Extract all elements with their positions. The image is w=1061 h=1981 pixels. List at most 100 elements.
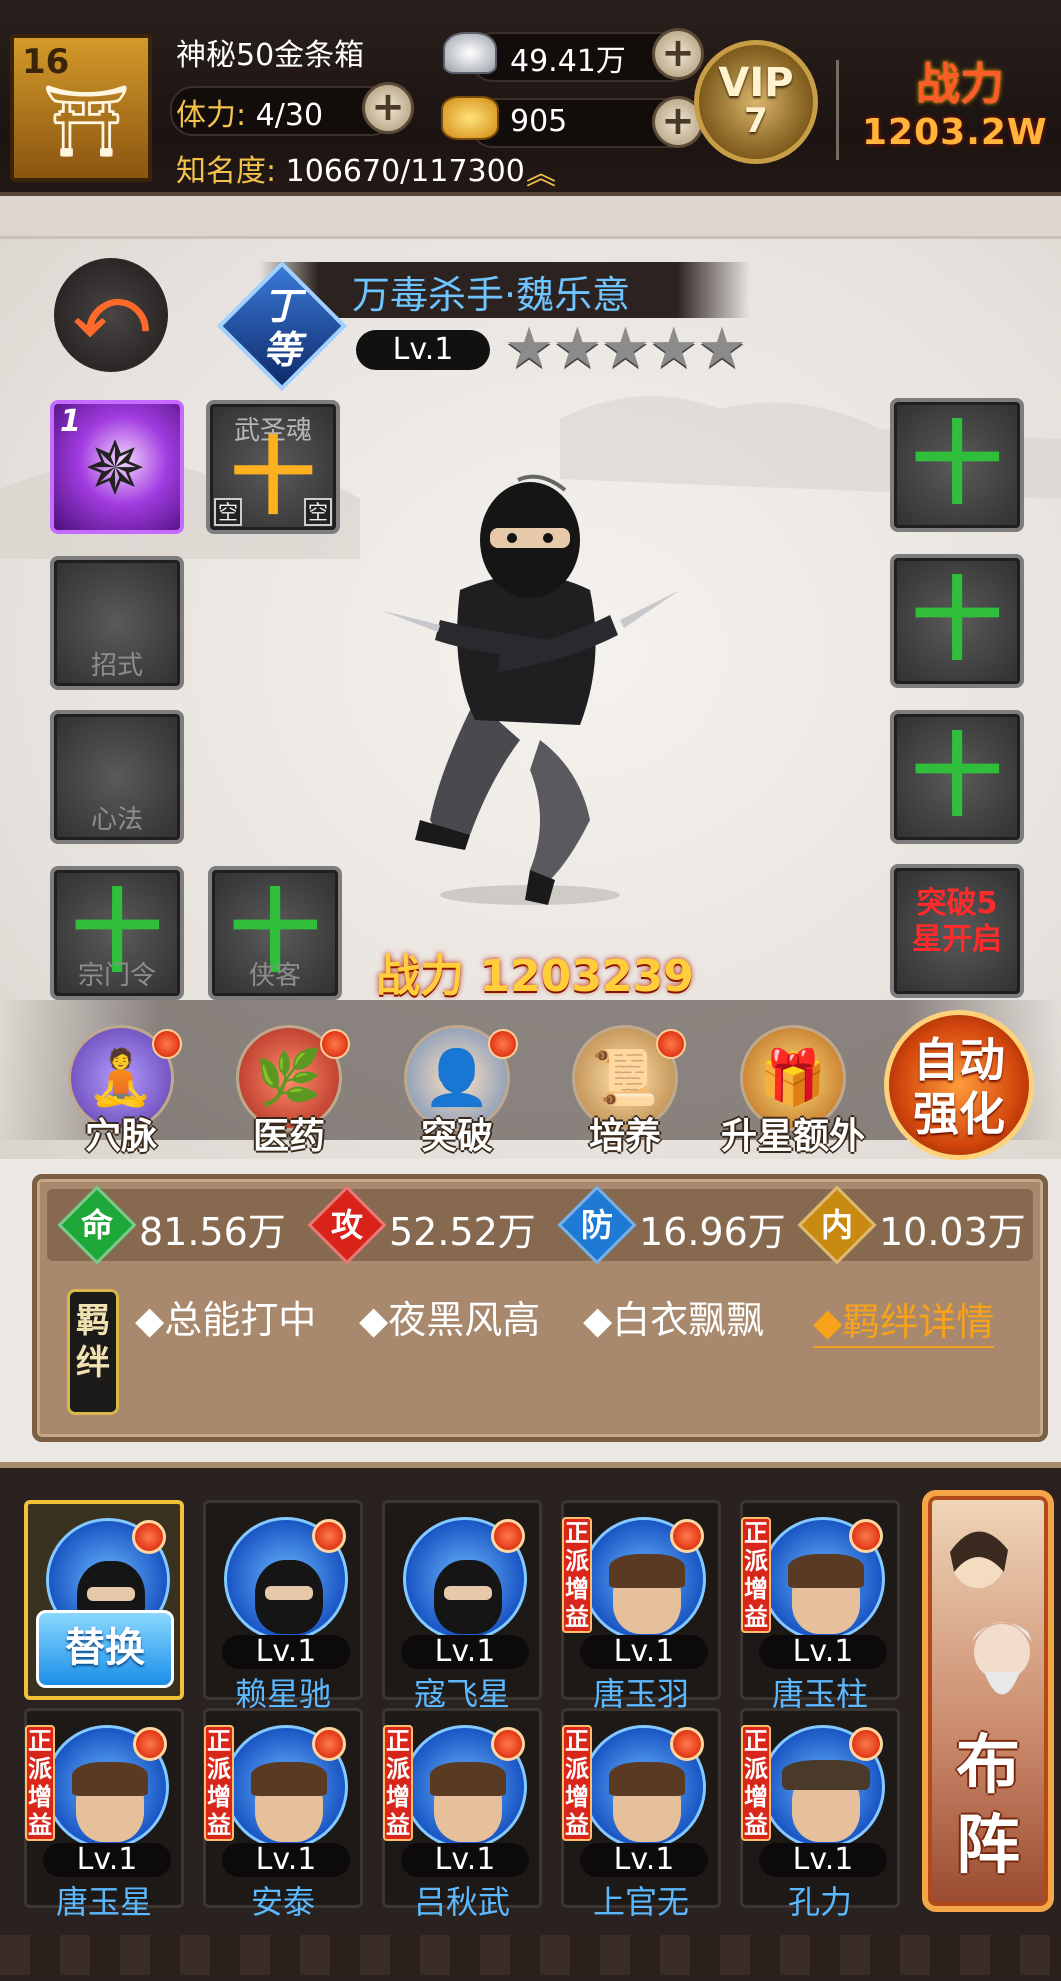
sub-strip [0, 196, 1061, 239]
plus-icon: 十 [912, 568, 1002, 673]
stamina-label: 体力: [176, 98, 247, 133]
card-level: Lv.1 [580, 1843, 708, 1877]
stat-value: 52.52万 [389, 1210, 536, 1254]
skill-level: 1 [60, 404, 81, 439]
portrait [788, 1554, 864, 1634]
hero-card[interactable]: 正派增益 Lv.1 唐玉羽 [561, 1500, 721, 1713]
empty-mark: 空 [214, 498, 242, 526]
formation-button[interactable]: 布阵 [922, 1490, 1054, 1912]
tab-breakthrough[interactable]: 👤 突破 [392, 1025, 522, 1157]
card-name: 孔力 [787, 1883, 852, 1921]
sect-token-slot[interactable]: 十 宗门令 [50, 866, 184, 1000]
tab-medicine[interactable]: 🌿 医药 [224, 1025, 354, 1157]
card-level: Lv.1 [759, 1843, 887, 1877]
hero-card[interactable]: 正派增益 Lv.1 吕秋武 [382, 1708, 542, 1921]
card-name: 吕秋武 [413, 1883, 510, 1921]
star-rating: ★★★★★ [504, 316, 747, 381]
hero-battle-power: 战力 1203239 [330, 940, 740, 1002]
equip-slot-3[interactable]: 十 [890, 710, 1024, 844]
portrait [434, 1560, 502, 1634]
hero-companion-slot[interactable]: 十 侠客 [208, 866, 342, 1000]
card-level: Lv.1 [222, 1635, 350, 1669]
current-hero-card[interactable]: 替换 [24, 1500, 184, 1700]
stat-char: 命 [80, 1206, 113, 1244]
silver-ingot-icon [443, 32, 497, 74]
portrait [782, 1760, 870, 1842]
notification-dot [491, 1519, 525, 1553]
card-level: Lv.1 [401, 1843, 529, 1877]
plus-icon: 十 [230, 428, 315, 526]
hero-card[interactable]: 正派增益 Lv.1 唐玉星 [24, 1708, 184, 1921]
tab-label: 穴脉 [84, 1116, 157, 1157]
move-slot[interactable]: 招式 [50, 556, 184, 690]
hero-figure[interactable] [380, 440, 680, 910]
notification-dot [133, 1727, 167, 1761]
silver-value: 49.41万 [510, 44, 626, 79]
stamina-display: 体力: 4/30 [176, 90, 323, 134]
stat-value: 10.03万 [879, 1210, 1026, 1254]
faction-bonus-tag: 正派增益 [741, 1517, 771, 1633]
locked-slot[interactable]: 突破5 星开启 [890, 864, 1024, 998]
soul-slot[interactable]: 武圣魂 十 空 空 [206, 400, 340, 534]
roster-decor [0, 1935, 1061, 1975]
player-level-badge[interactable]: 16 ⛩ [10, 34, 152, 182]
hero-name: 万毒杀手·魏乐意 [352, 273, 631, 317]
empty-mark: 空 [304, 498, 332, 526]
bond-details-link[interactable]: ◆羁绊详情 [813, 1291, 995, 1348]
hero-card[interactable]: Lv.1 赖星驰 [203, 1500, 363, 1713]
chest-title[interactable]: 神秘50金条箱 [176, 30, 364, 74]
auto-strengthen-button[interactable]: 自动 强化 [884, 1010, 1034, 1160]
back-button[interactable]: ⤺ [54, 258, 168, 372]
stats-panel: 命 81.56万 攻 52.52万 防 16.96万 内 10.03万 羁绊 ◆… [32, 1174, 1048, 1442]
equip-slot-2[interactable]: 十 [890, 554, 1024, 688]
hero-label: 侠客 [248, 961, 301, 991]
move-label: 招式 [90, 651, 143, 681]
faction-bonus-tag: 正派增益 [562, 1517, 592, 1633]
swap-button[interactable]: 替换 [36, 1610, 174, 1688]
hero-level: Lv.1 [356, 330, 490, 370]
stat-value: 81.56万 [139, 1210, 286, 1254]
card-level: Lv.1 [759, 1635, 887, 1669]
stat-char: 防 [580, 1206, 613, 1244]
add-silver-button[interactable]: + [652, 28, 704, 80]
total-power-label: 战力 [916, 59, 1004, 110]
tab-meridian[interactable]: 🧘 穴脉 [56, 1025, 186, 1157]
hero-card[interactable]: 正派增益 Lv.1 上官无 [561, 1708, 721, 1921]
mind-slot[interactable]: 心法 [50, 710, 184, 844]
divider [836, 60, 839, 160]
hero-card[interactable]: 正派增益 Lv.1 唐玉柱 [740, 1500, 900, 1713]
notification-dot [849, 1519, 883, 1553]
gold-bar-icon [441, 96, 499, 140]
add-stamina-button[interactable]: + [362, 82, 414, 134]
star-icon: ★ [600, 316, 650, 381]
vip-level: 7 [744, 101, 768, 141]
card-level: Lv.1 [401, 1635, 529, 1669]
notification-dot [488, 1029, 518, 1059]
bond-item: ◆夜黑风高 [359, 1298, 541, 1342]
fame-label: 知名度: [176, 154, 277, 189]
star-icon: ★ [696, 316, 747, 381]
notification-dot [670, 1727, 704, 1761]
vip-badge[interactable]: VIP 7 [694, 40, 818, 164]
notification-dot [312, 1519, 346, 1553]
stats-row: 命 81.56万 攻 52.52万 防 16.96万 内 10.03万 [47, 1185, 1033, 1265]
card-level: Lv.1 [43, 1843, 171, 1877]
hero-card[interactable]: Lv.1 寇飞星 [382, 1500, 542, 1713]
equip-slot-1[interactable]: 十 [890, 398, 1024, 532]
stat-char: 攻 [330, 1206, 363, 1244]
bond-tag: 羁绊 [67, 1289, 119, 1415]
breakthrough-lock-text: 突破5 星开启 [912, 886, 1002, 957]
skill-slot[interactable]: 1 ✵ [50, 400, 184, 534]
stamina-value: 4/30 [255, 98, 324, 133]
portrait [255, 1560, 323, 1634]
notification-dot [132, 1520, 166, 1554]
chevron-up-icon[interactable]: ︽ [526, 160, 556, 190]
tab-star-up-extra[interactable]: 🎁 升星额外 [721, 1025, 865, 1157]
hero-card[interactable]: 正派增益 Lv.1 孔力 [740, 1708, 900, 1921]
battle-power-value: 1203239 [479, 951, 694, 1002]
tab-training[interactable]: 📜 培养 [560, 1025, 690, 1157]
hero-card[interactable]: 正派增益 Lv.1 安泰 [203, 1708, 363, 1921]
tab-label: 突破 [420, 1116, 493, 1157]
star-icon: ★ [552, 316, 602, 381]
portrait [430, 1762, 506, 1842]
